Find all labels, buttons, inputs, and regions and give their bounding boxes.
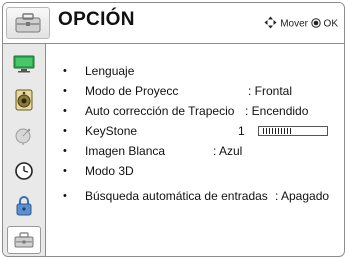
menu-item-label: Modo de Proyecc	[85, 84, 179, 98]
menu-item-auto-input-search[interactable]: • Búsqueda automática de entradas : Apag…	[48, 187, 344, 205]
page-title: OPCIÓN	[58, 9, 135, 30]
menu-header: OPCIÓN Mover OK	[3, 3, 344, 44]
menu-item-value: : Frontal	[248, 84, 293, 98]
menu-item-label: KeyStone	[85, 124, 138, 138]
menu-item-label: Imagen Blanca	[85, 144, 166, 158]
sidebar-item-channel[interactable]	[7, 122, 41, 150]
bullet-icon: •	[63, 125, 67, 137]
navigation-hint: Mover OK	[264, 16, 338, 32]
bullet-icon: •	[63, 145, 67, 157]
keystone-slider-fill	[263, 128, 293, 134]
bullet-icon: •	[63, 85, 67, 97]
menu-item-keystone[interactable]: • KeyStone 1	[48, 122, 344, 140]
options-list: • Lenguaje • Modo de Proyecc : Frontal •…	[48, 44, 344, 256]
move-arrows-icon	[264, 16, 280, 32]
ok-hint-label: OK	[323, 18, 338, 30]
sidebar-item-picture[interactable]	[7, 50, 41, 78]
category-sidebar	[3, 44, 46, 256]
speaker-icon	[15, 89, 33, 111]
bullet-icon: •	[63, 105, 67, 117]
menu-item-label: Auto corrección de Trapecio	[85, 104, 235, 118]
sidebar-item-audio[interactable]	[7, 86, 41, 114]
menu-item-value: : Azul	[213, 144, 243, 158]
toolbox-icon	[14, 232, 34, 248]
menu-item-language[interactable]: • Lenguaje	[48, 62, 344, 80]
menu-item-white-image[interactable]: • Imagen Blanca : Azul	[48, 142, 344, 160]
sidebar-item-option[interactable]	[7, 226, 41, 254]
keystone-value: 1	[238, 124, 245, 138]
menu-item-3d-mode[interactable]: • Modo 3D	[48, 162, 344, 180]
toolbox-icon	[6, 7, 50, 39]
sidebar-item-lock[interactable]	[7, 192, 41, 220]
bullet-icon: •	[63, 65, 67, 77]
options-menu-window: OPCIÓN Mover OK • Lenguaje • Modo de Pro…	[2, 2, 345, 257]
move-hint-label: Mover	[280, 18, 308, 30]
menu-item-label: Lenguaje	[85, 64, 135, 78]
menu-item-projection-mode[interactable]: • Modo de Proyecc : Frontal	[48, 82, 344, 100]
sidebar-item-time[interactable]	[7, 157, 41, 185]
menu-item-value: : Apagado	[275, 189, 330, 203]
clock-icon	[15, 162, 33, 180]
menu-item-label: Modo 3D	[85, 164, 134, 178]
bullet-icon: •	[63, 165, 67, 177]
satellite-dish-icon	[15, 128, 31, 145]
bullet-icon: •	[63, 190, 67, 202]
keystone-slider[interactable]	[258, 126, 328, 136]
lock-icon	[16, 196, 32, 216]
menu-item-value: : Encendido	[245, 104, 309, 118]
menu-item-auto-keystone[interactable]: • Auto corrección de Trapecio : Encendid…	[48, 102, 344, 120]
picture-monitor-icon	[13, 55, 35, 73]
ok-button-icon	[311, 17, 324, 31]
menu-item-label: Búsqueda automática de entradas	[85, 189, 268, 203]
